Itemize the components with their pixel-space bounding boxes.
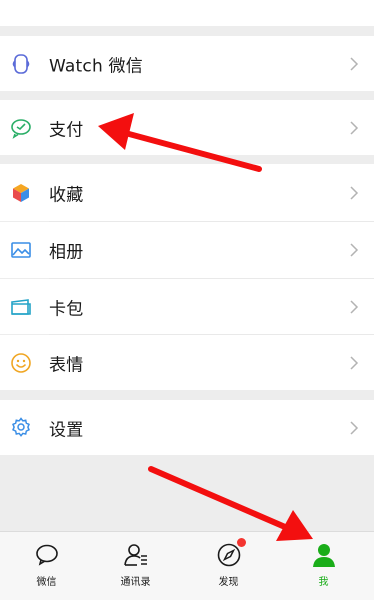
chevron-right-icon xyxy=(350,355,359,370)
chevron-right-icon xyxy=(350,420,359,435)
tab-me[interactable]: 我 xyxy=(277,532,370,600)
menu-item-settings[interactable]: 设置 xyxy=(0,400,374,455)
menu-item-pay[interactable]: 支付 xyxy=(0,100,374,155)
smiley-icon xyxy=(11,352,31,373)
menu-item-stickers[interactable]: 表情 xyxy=(0,335,374,390)
menu-item-label: 相册 xyxy=(49,242,84,263)
tab-label: 通讯录 xyxy=(120,577,151,588)
bottom-tab-bar: 微信 通讯录 发现 我 xyxy=(0,531,374,600)
cube-icon xyxy=(13,183,29,202)
chevron-right-icon xyxy=(350,120,359,135)
wallet-icon xyxy=(11,118,31,139)
menu-item-label: 表情 xyxy=(49,355,84,375)
menu-item-watch[interactable]: Watch 微信 xyxy=(0,36,374,91)
photo-icon xyxy=(11,242,31,258)
menu-item-label: 设置 xyxy=(49,420,84,440)
tab-discover[interactable]: 发现 xyxy=(182,532,275,600)
chevron-right-icon xyxy=(350,243,359,257)
tab-chats[interactable]: 微信 xyxy=(0,532,93,600)
gear-icon xyxy=(12,416,30,437)
menu-item-label: Watch 微信 xyxy=(49,56,143,76)
tab-contacts[interactable]: 通讯录 xyxy=(89,532,182,600)
menu-item-label: 卡包 xyxy=(49,299,84,319)
menu-item-album[interactable]: 相册 xyxy=(0,222,374,278)
tab-label: 发现 xyxy=(218,577,239,588)
tab-label: 微信 xyxy=(36,577,57,588)
menu-item-label: 支付 xyxy=(49,120,84,140)
menu-item-label: 收藏 xyxy=(49,185,84,205)
watch-icon xyxy=(12,53,30,74)
tab-label: 我 xyxy=(318,577,329,588)
chevron-right-icon xyxy=(350,56,359,71)
notification-dot xyxy=(237,538,246,547)
chat-bubble-icon xyxy=(35,544,58,566)
person-icon xyxy=(312,544,335,567)
menu-item-cards[interactable]: 卡包 xyxy=(0,279,374,334)
chevron-right-icon xyxy=(350,299,359,314)
chevron-right-icon xyxy=(350,185,359,200)
card-wallet-icon xyxy=(11,298,31,315)
contacts-icon xyxy=(123,544,147,566)
top-header-area xyxy=(0,0,374,26)
menu-item-favorites[interactable]: 收藏 xyxy=(0,164,374,221)
